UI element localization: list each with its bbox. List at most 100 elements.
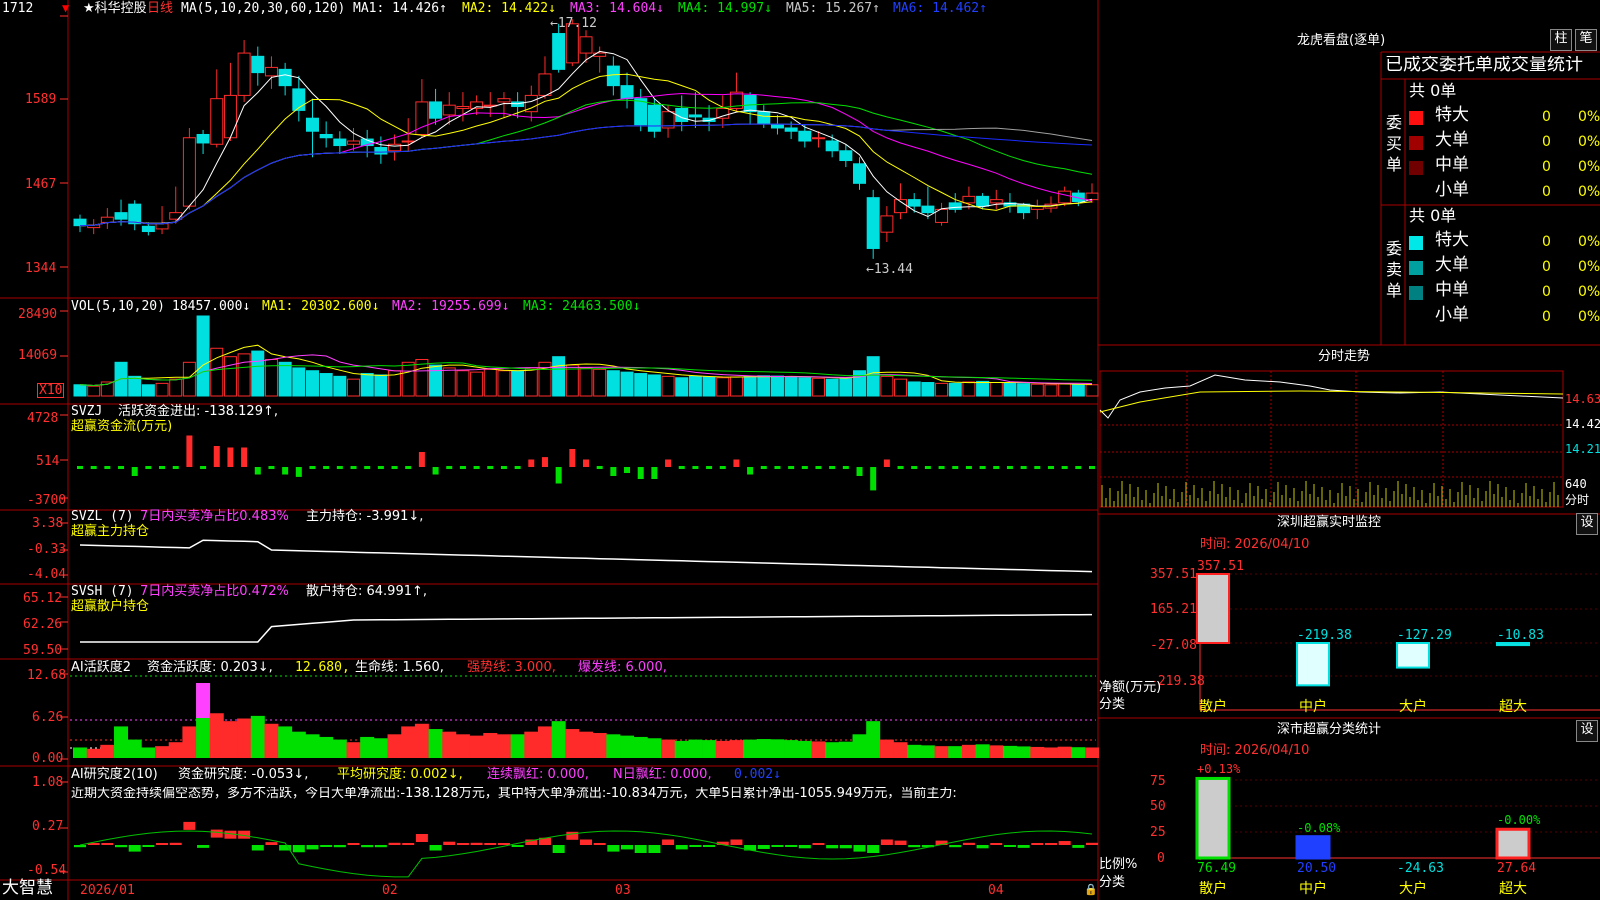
candle-body — [948, 202, 962, 210]
main-chart-svg[interactable] — [0, 0, 1600, 900]
fund-flow-bar — [295, 467, 302, 477]
candle-body — [839, 150, 853, 162]
activity-bar — [442, 731, 457, 758]
ai1-axis-label: 12.68 — [27, 668, 67, 683]
activity-bar — [797, 740, 812, 758]
color-swatch — [1409, 111, 1423, 125]
candle-body — [497, 98, 511, 103]
research-bar — [812, 843, 825, 845]
volume-bar — [825, 378, 839, 397]
research-bar — [1003, 845, 1016, 847]
pen-view-button[interactable]: 笔 — [1575, 29, 1597, 51]
vol-ma2: MA2: 19255.699↓ — [392, 299, 510, 314]
order-size-name: 中单 — [1435, 155, 1469, 175]
activity-bar — [1002, 745, 1017, 758]
volume-bar — [894, 378, 908, 397]
fund-flow-bar — [364, 466, 371, 469]
color-swatch — [1409, 136, 1423, 150]
fund-flow-bar — [268, 466, 275, 469]
volume-bar — [169, 378, 183, 397]
ai2-comment: 近期大资金持续偏空态势，多方不活跃，今日大单净流出:-138.128万元，其中特… — [71, 787, 957, 800]
ma5-value: MA5: 15.267↑ — [786, 1, 880, 16]
volume-bar — [374, 374, 388, 397]
fund-flow-bar — [405, 466, 412, 469]
research-bar — [675, 845, 688, 850]
candle-body — [1058, 190, 1072, 204]
volume-bar — [716, 377, 730, 397]
cls-settings-button[interactable]: 设 — [1576, 720, 1598, 742]
svsh-title: SVSH (7) — [71, 584, 134, 599]
fund-flow-bar — [706, 466, 713, 469]
volume-bar — [675, 377, 689, 397]
candle-body — [976, 195, 990, 207]
cls-axis-label: 75 — [1150, 774, 1166, 789]
research-bar — [292, 845, 305, 853]
order-size-name: 大单 — [1435, 130, 1469, 150]
fund-flow-bar — [432, 467, 439, 475]
sz-bar — [1296, 642, 1330, 687]
stock-name[interactable]: ★科华控股 — [83, 2, 147, 15]
min-price-label: ←13.44 — [866, 262, 913, 277]
activity-bar — [455, 734, 470, 758]
research-bar — [470, 842, 483, 845]
period-label[interactable]: 日线 — [147, 2, 173, 15]
activity-bar — [661, 739, 676, 758]
fund-flow-bar — [391, 466, 398, 469]
candle-body — [128, 203, 142, 225]
ai2-axis-label: -0.54 — [27, 863, 67, 878]
ai2-b: 平均研究度: 0.002↓, — [337, 767, 463, 782]
order-tabs[interactable]: 已成交委托单成交量统计 — [1385, 56, 1599, 74]
volume-bar — [606, 370, 620, 397]
ma2-value: MA2: 14.422↓ — [462, 1, 556, 16]
research-bar — [552, 845, 565, 853]
volume-bar — [853, 370, 867, 397]
intraday-title: 分时走势 — [1318, 349, 1371, 364]
svsh-axis-label: 59.50 — [23, 643, 63, 658]
ma3-value: MA3: 14.604↓ — [570, 1, 664, 16]
candle-body — [319, 133, 333, 139]
candle-body — [347, 140, 361, 145]
volume-bar — [743, 375, 757, 397]
volume-bar — [907, 381, 921, 397]
volume-bar — [866, 356, 880, 397]
candle-body — [264, 66, 278, 77]
activity-bar — [401, 726, 416, 758]
price-axis-label: 1344 — [25, 261, 57, 276]
candle-body — [470, 101, 484, 109]
research-bar — [333, 845, 346, 848]
vol-ma3: MA3: 24463.500↓ — [523, 299, 641, 314]
ma4-value: MA4: 14.997↓ — [678, 1, 772, 16]
candle-body — [237, 52, 251, 96]
fund-flow-bar — [733, 459, 740, 467]
volume-bar — [196, 315, 210, 397]
cls-change-label: +0.13% — [1197, 762, 1241, 777]
research-bar — [101, 843, 114, 845]
activity-bar — [729, 740, 744, 758]
volume-bar — [155, 382, 169, 397]
date-label: 2026/01 — [80, 883, 135, 898]
candle-body — [688, 114, 702, 118]
activity-bar — [784, 740, 799, 758]
candle-body — [825, 140, 839, 152]
research-bar — [1031, 843, 1044, 845]
activity-bar — [510, 734, 525, 758]
research-bar — [265, 842, 278, 845]
svsh-line2: 超赢散户持仓 — [71, 599, 150, 614]
volume-bar — [470, 371, 484, 397]
ai2-d: N日飘红: 0.000, — [613, 767, 712, 782]
volume-bar — [661, 375, 675, 397]
candle-body — [989, 199, 1003, 204]
svzj-line1: 活跃资金进出: -138.129↑, — [118, 404, 278, 419]
research-bar — [1044, 843, 1057, 845]
volume-bar — [784, 376, 798, 397]
fund-flow-bar — [624, 467, 631, 473]
research-bar — [511, 845, 524, 847]
sz-settings-button[interactable]: 设 — [1576, 513, 1598, 535]
bar-view-button[interactable]: 柱 — [1550, 29, 1572, 51]
cls-bottom-value: -24.63 — [1397, 861, 1444, 876]
research-bar — [156, 843, 169, 845]
fund-flow-bar — [159, 466, 166, 469]
sz-axis-label: 165.21 — [1150, 602, 1197, 617]
retail-holding-line — [80, 613, 1093, 643]
activity-bar — [469, 735, 484, 758]
